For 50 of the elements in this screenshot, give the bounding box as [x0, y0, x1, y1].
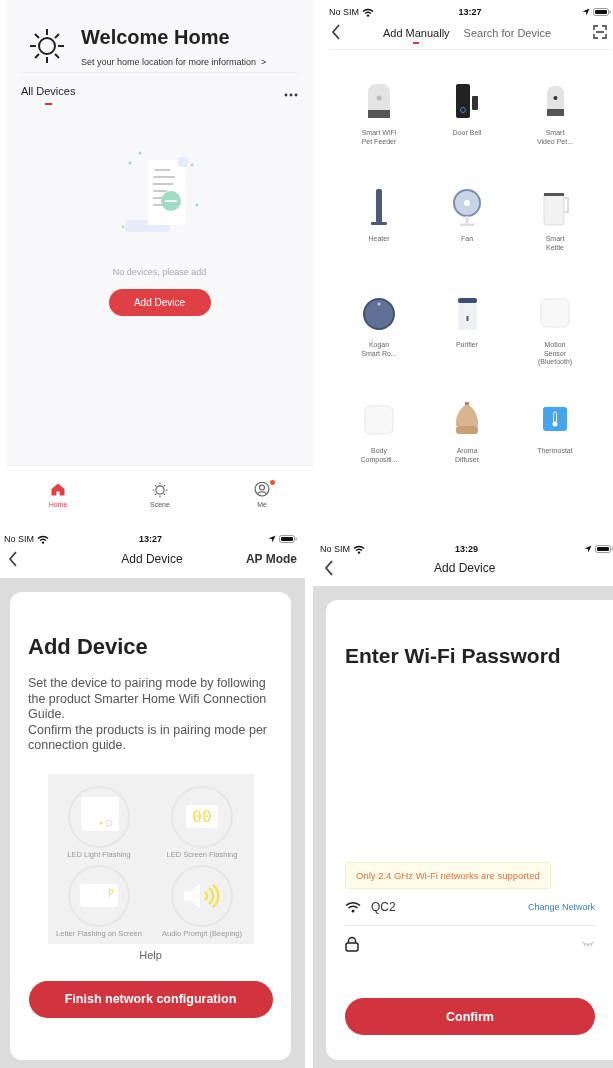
- all-devices-tab[interactable]: All Devices: [21, 85, 76, 97]
- carrier-label: No SIM: [320, 544, 350, 554]
- nav-title: Add Device: [121, 552, 183, 566]
- tab[interactable]: Search for Device: [463, 20, 552, 44]
- finish-configuration-button[interactable]: Finish network configuration: [28, 980, 273, 1018]
- wifi-signal-icon: [37, 534, 49, 544]
- back-icon[interactable]: [324, 560, 334, 576]
- ap-mode-button[interactable]: AP Mode: [245, 552, 297, 566]
- nav-title: Add Device: [434, 561, 496, 575]
- home-location-link[interactable]: Set your home location for more information: [81, 56, 257, 67]
- add-device-button[interactable]: Add Device: [108, 289, 211, 316]
- person-icon: [252, 480, 272, 498]
- lock-icon: [345, 936, 359, 952]
- confirm-button[interactable]: Confirm: [345, 998, 595, 1035]
- scan-icon[interactable]: [593, 25, 607, 39]
- status-time: 13:29: [455, 544, 478, 554]
- status-time: 13:27: [458, 7, 482, 17]
- wifi-signal-icon: [362, 7, 374, 17]
- battery-icon: [593, 8, 611, 16]
- network-name: QC2: [371, 900, 397, 914]
- display-digits: 00: [186, 805, 218, 828]
- location-arrow-icon: [584, 545, 592, 553]
- wifi-signal-icon: [353, 544, 365, 554]
- frequency-warning-tooltip: Only 2.4 GHz Wi-Fi networks are supported: [345, 862, 551, 889]
- empty-state-text: No devices, please add: [112, 267, 207, 277]
- welcome-title: Welcome Home: [81, 25, 231, 49]
- more-icon[interactable]: [284, 93, 298, 97]
- back-icon[interactable]: [331, 24, 341, 40]
- battery-icon: [279, 535, 297, 543]
- sun-icon: [27, 26, 67, 66]
- wifi-icon: [345, 901, 361, 913]
- carrier-label: No SIM: [329, 7, 359, 17]
- speaker-sound-icon: [182, 881, 222, 910]
- help-link[interactable]: Help: [139, 948, 162, 961]
- tab[interactable]: Add Manually: [382, 20, 450, 44]
- display-letter: P: [80, 884, 118, 907]
- instruction-text: Confirm the products is in pairing mode per connection guide.: [28, 722, 268, 754]
- page-heading: Enter Wi-Fi Password: [345, 644, 562, 668]
- chevron-text[interactable]: >: [261, 56, 267, 67]
- instruction-text: Set the device to pairing mode by following the product Smarter Home Wifi Connection Guide.: [28, 676, 268, 723]
- carrier-label: No SIM: [4, 534, 34, 544]
- page-heading: Add Device: [28, 634, 148, 660]
- location-arrow-icon: [268, 535, 276, 543]
- tab-underline: [45, 103, 52, 105]
- change-network-link[interactable]: Change Network: [527, 902, 595, 912]
- status-time: 13:27: [139, 534, 162, 544]
- location-arrow-icon: [582, 8, 590, 16]
- sun-icon: [150, 480, 170, 498]
- battery-icon: [595, 545, 613, 553]
- back-icon[interactable]: [8, 551, 18, 567]
